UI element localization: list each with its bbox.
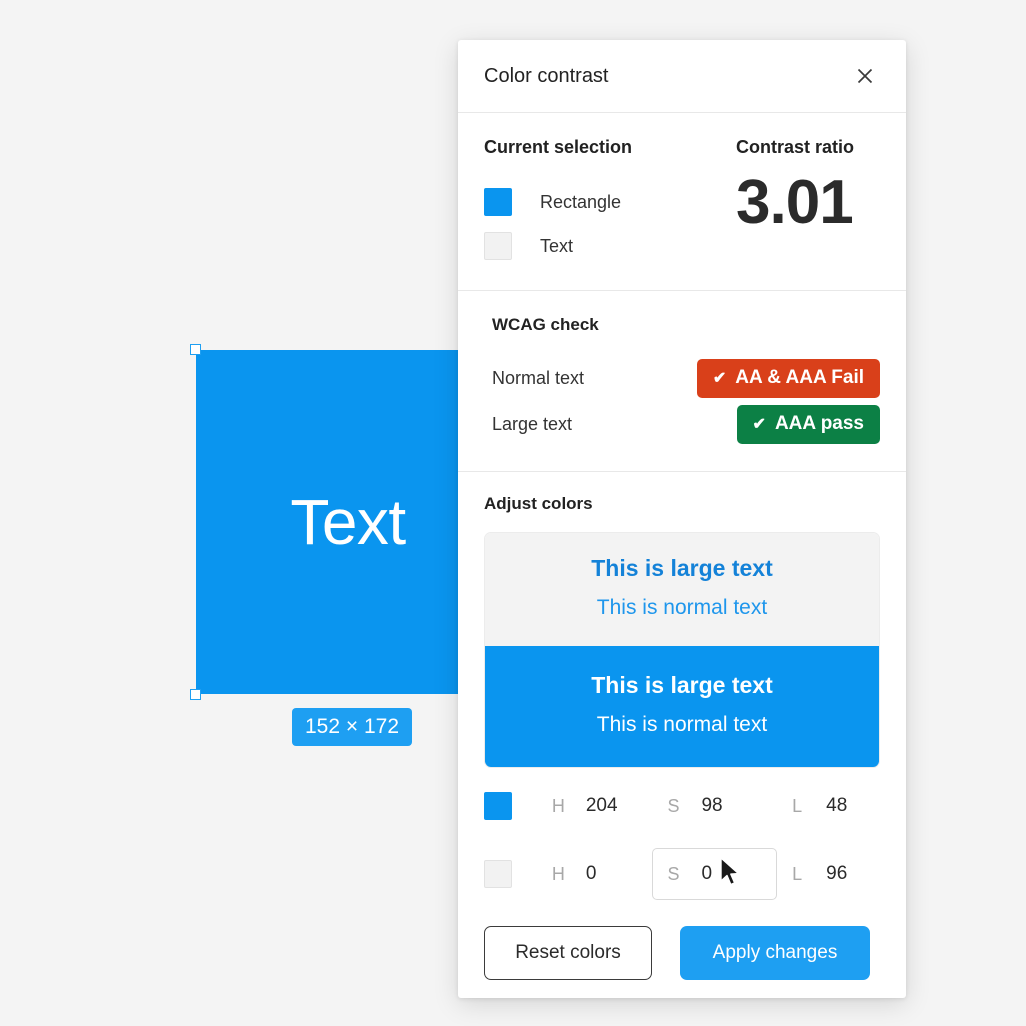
current-selection-section: Current selection Rectangle Text Contras… (458, 113, 906, 290)
hue-label: H (551, 863, 565, 884)
hsl-row-rectangle: H 204 S 98 L 48 (484, 776, 880, 836)
contrast-ratio-heading: Contrast ratio (736, 137, 855, 157)
size-badge: 152 × 172 (292, 708, 413, 746)
saturation-value: 98 (701, 795, 723, 816)
saturation-value: 0 (701, 863, 713, 884)
selection-item-rectangle[interactable]: Rectangle (484, 180, 736, 224)
rectangle-shape[interactable]: Text (196, 350, 500, 694)
check-icon: ✔ (752, 415, 766, 433)
status-badge-large-text: ✔ AAA pass (736, 404, 880, 444)
selection-item-text[interactable]: Text (484, 224, 736, 268)
wcag-row-label: Large text (492, 413, 573, 434)
lightness-input-rectangle[interactable]: L 48 (777, 780, 880, 832)
selection-column: Current selection Rectangle Text (484, 137, 736, 268)
preview-pane-light: This is large text This is normal text (485, 533, 879, 646)
preview-large-text: This is large text (591, 555, 773, 581)
wcag-row-normal-text: Normal text ✔ AA & AAA Fail (492, 355, 880, 401)
swatch-rectangle[interactable] (484, 188, 512, 216)
wcag-check-heading: WCAG check (492, 315, 599, 334)
saturation-input-rectangle[interactable]: S 98 (652, 780, 777, 832)
resize-handle-bottom-left[interactable] (190, 689, 201, 700)
swatch-text[interactable] (484, 232, 512, 260)
selection-item-label: Text (540, 235, 574, 256)
page-title: Color contrast (484, 64, 609, 87)
resize-handle-top-left[interactable] (190, 344, 201, 355)
contrast-ratio-value: 3.01 (736, 168, 854, 237)
lightness-value: 48 (826, 795, 848, 816)
lightness-input-text[interactable]: L 96 (777, 848, 880, 900)
hue-value: 0 (585, 863, 597, 884)
apply-changes-button[interactable]: Apply changes (680, 926, 870, 980)
adjust-colors-section: Adjust colors This is large text This is… (458, 472, 906, 998)
hue-input-rectangle[interactable]: H 204 (537, 780, 653, 832)
status-badge-normal-text: ✔ AA & AAA Fail (696, 358, 880, 398)
current-selection-heading: Current selection (484, 137, 633, 157)
shape-text-label: Text (290, 486, 406, 558)
saturation-input-text[interactable]: S 0 (652, 848, 778, 900)
status-badge-label: AAA pass (774, 412, 864, 434)
panel-header: Color contrast (458, 40, 906, 113)
wcag-row-label: Normal text (492, 367, 585, 388)
close-icon[interactable] (850, 61, 880, 91)
selected-shape-group[interactable]: Text (190, 344, 500, 700)
color-preview: This is large text This is normal text T… (484, 532, 880, 768)
hsl-swatch-cell (484, 860, 537, 888)
panel-actions: Reset colors Apply changes (484, 904, 880, 998)
hue-input-text[interactable]: H 0 (537, 848, 653, 900)
lightness-value: 96 (826, 863, 848, 884)
selection-item-label: Rectangle (540, 191, 622, 212)
hue-value: 204 (585, 795, 618, 816)
color-contrast-panel: Color contrast Current selection Rectang… (458, 40, 906, 998)
status-badge-label: AA & AAA Fail (735, 366, 864, 388)
swatch-text-editor[interactable] (484, 860, 512, 888)
contrast-ratio-column: Contrast ratio 3.01 (736, 137, 880, 268)
lightness-label: L (792, 863, 803, 884)
reset-colors-button[interactable]: Reset colors (484, 926, 652, 980)
adjust-colors-heading: Adjust colors (484, 494, 593, 513)
lightness-label: L (792, 795, 803, 816)
preview-large-text: This is large text (591, 672, 773, 698)
preview-normal-text: This is normal text (596, 596, 768, 619)
hsl-row-text: H 0 S 0 L 96 (484, 844, 880, 904)
saturation-label: S (667, 795, 680, 816)
saturation-label: S (667, 863, 680, 884)
preview-pane-dark: This is large text This is normal text (485, 646, 879, 767)
wcag-row-large-text: Large text ✔ AAA pass (492, 401, 880, 447)
swatch-rectangle-editor[interactable] (484, 792, 512, 820)
preview-normal-text: This is normal text (596, 713, 768, 736)
hsl-swatch-cell (484, 792, 537, 820)
hue-label: H (551, 795, 565, 816)
check-icon: ✔ (712, 369, 727, 387)
wcag-check-section: WCAG check Normal text ✔ AA & AAA Fail L… (458, 291, 906, 471)
